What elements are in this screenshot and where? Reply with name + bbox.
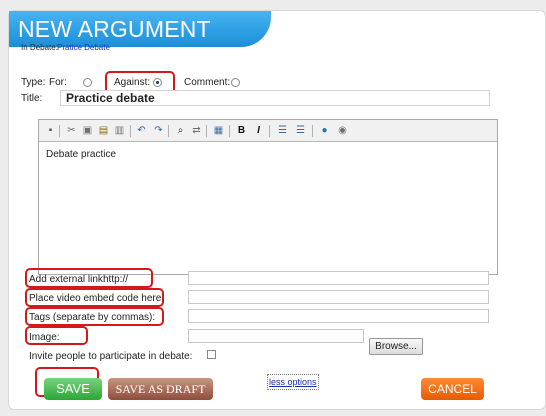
comment-radio[interactable] xyxy=(231,78,240,87)
toolbar-divider xyxy=(130,125,131,137)
editor-toolbar: ▪ ✂ ▣ ▤ ▥ ↶ ↷ ⌕ ⇄ ▦ B I ☰ ☰ ● ◉ xyxy=(39,120,497,142)
numbered-list-icon[interactable]: ☰ xyxy=(276,124,289,137)
redo-icon[interactable]: ↷ xyxy=(152,124,165,137)
copy-icon[interactable]: ▣ xyxy=(81,124,94,137)
external-link-highlight xyxy=(25,268,153,288)
new-argument-page: NEW ARGUMENT In Debate: Pratice Debate T… xyxy=(0,0,546,416)
bold-icon[interactable]: B xyxy=(235,124,248,137)
italic-icon[interactable]: I xyxy=(252,124,265,137)
type-for-label: For: xyxy=(49,77,67,88)
invite-label: Invite people to participate in debate: xyxy=(29,351,193,362)
invite-checkbox[interactable] xyxy=(207,350,216,359)
for-radio[interactable] xyxy=(83,78,92,87)
title-value: Practice debate xyxy=(66,91,155,105)
toolbar-divider xyxy=(269,125,270,137)
debate-label: In Debate: xyxy=(21,43,58,52)
toolbar-divider xyxy=(312,125,313,137)
editor-content[interactable]: Debate practice xyxy=(46,149,116,161)
table-icon[interactable]: ▦ xyxy=(212,124,225,137)
toolbar-divider xyxy=(168,125,169,137)
title-label: Title: xyxy=(21,93,43,104)
link-icon[interactable]: ● xyxy=(318,124,331,137)
save-button[interactable]: SAVE xyxy=(44,378,102,400)
tags-highlight xyxy=(25,307,164,326)
toolbar-divider xyxy=(229,125,230,137)
type-comment-label: Comment: xyxy=(184,77,231,88)
paste-icon[interactable]: ▤ xyxy=(97,124,110,137)
cancel-button[interactable]: CANCEL xyxy=(421,378,484,400)
less-options-link[interactable]: less options xyxy=(267,374,319,390)
bookmark-icon[interactable]: ▪ xyxy=(44,124,57,137)
video-highlight xyxy=(25,288,164,307)
find-icon[interactable]: ⌕ xyxy=(174,124,187,137)
type-label: Type: xyxy=(21,77,46,88)
toolbar-divider xyxy=(206,125,207,137)
unlink-icon[interactable]: ◉ xyxy=(336,124,349,137)
save-as-draft-button[interactable]: SAVE AS DRAFT xyxy=(108,378,213,400)
title-input[interactable]: Practice debate xyxy=(60,90,490,106)
tags-input[interactable] xyxy=(188,309,489,323)
replace-icon[interactable]: ⇄ xyxy=(190,124,203,137)
bulleted-list-icon[interactable]: ☰ xyxy=(294,124,307,137)
paste-text-icon[interactable]: ▥ xyxy=(113,124,126,137)
cut-icon[interactable]: ✂ xyxy=(65,124,78,137)
toolbar-divider xyxy=(59,125,60,137)
external-link-input[interactable] xyxy=(188,271,489,285)
page-title: NEW ARGUMENT xyxy=(18,16,211,42)
image-path-input[interactable] xyxy=(188,329,364,343)
video-embed-input[interactable] xyxy=(188,290,489,304)
undo-icon[interactable]: ↶ xyxy=(135,124,148,137)
rich-text-editor[interactable]: ▪ ✂ ▣ ▤ ▥ ↶ ↷ ⌕ ⇄ ▦ B I ☰ ☰ ● ◉ Debate p… xyxy=(38,119,498,275)
browse-button[interactable]: Browse... xyxy=(369,338,423,355)
argument-card: NEW ARGUMENT In Debate: Pratice Debate T… xyxy=(8,10,546,410)
image-highlight xyxy=(25,326,88,345)
debate-link[interactable]: Pratice Debate xyxy=(57,42,110,54)
